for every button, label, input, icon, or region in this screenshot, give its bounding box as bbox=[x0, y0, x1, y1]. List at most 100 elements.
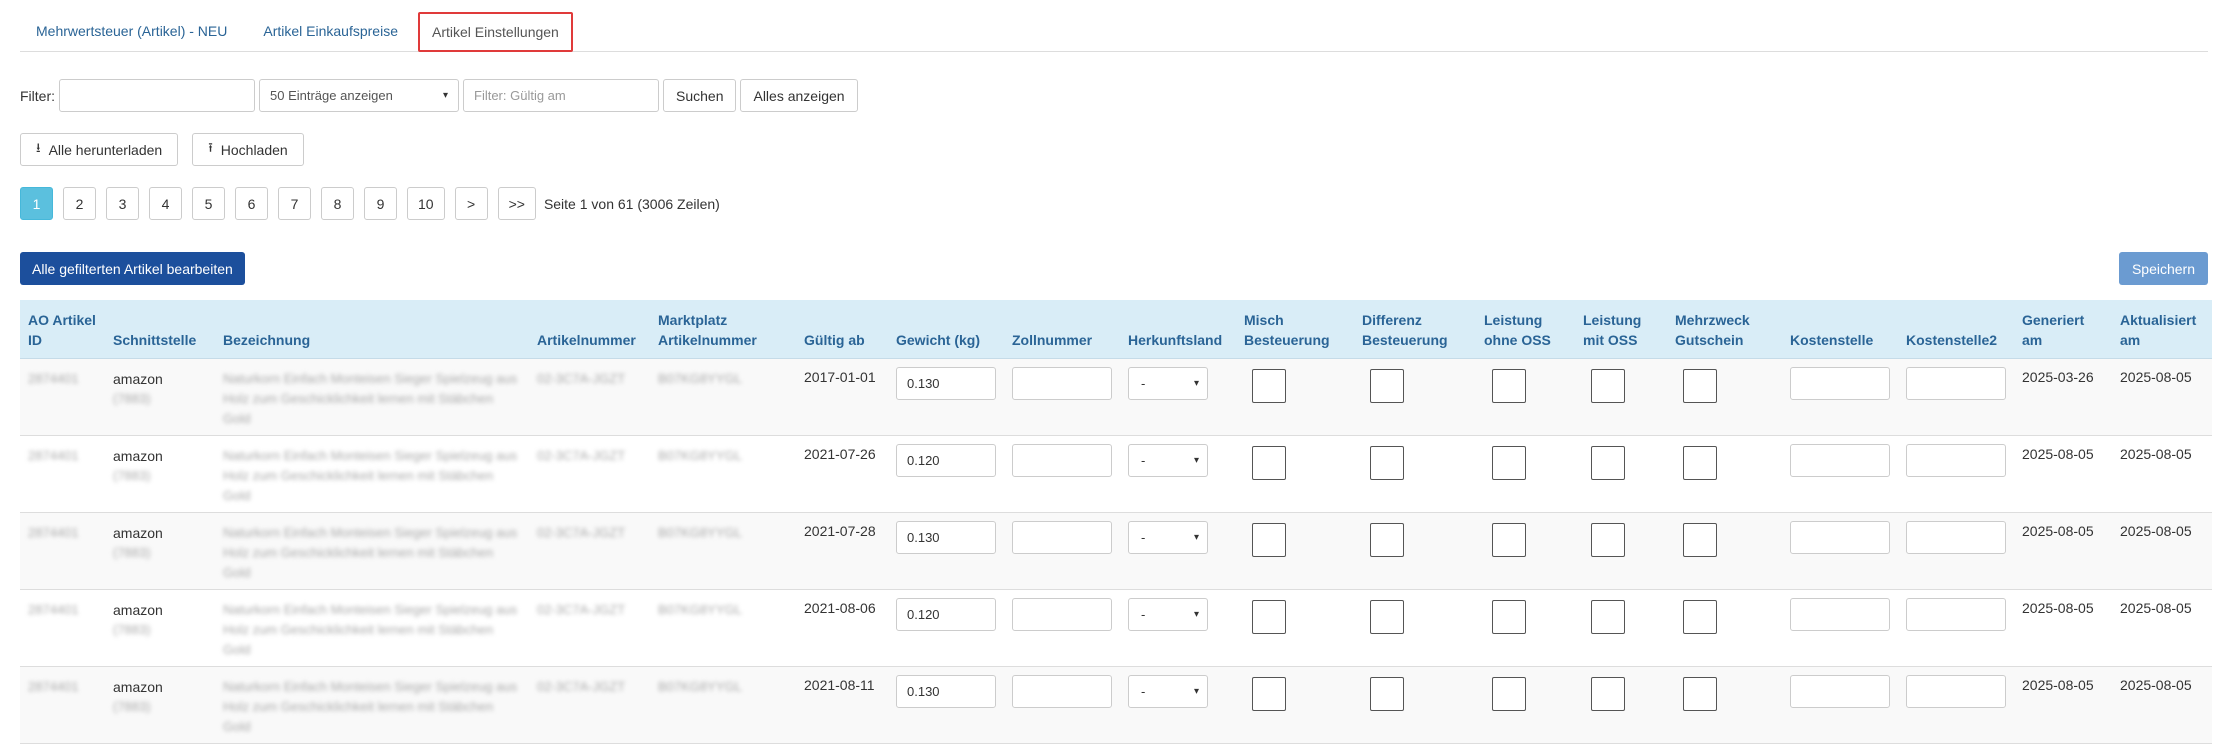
page-9-button[interactable]: 9 bbox=[364, 187, 397, 220]
origin-select[interactable]: - ▾ bbox=[1128, 443, 1208, 477]
header-origin[interactable]: Herkunftsland bbox=[1120, 300, 1236, 359]
weight-input[interactable]: 0.120 bbox=[896, 597, 996, 631]
origin-select[interactable]: - ▾ bbox=[1128, 597, 1208, 631]
cell-marketplace-no: B07KG8YYGL bbox=[658, 370, 742, 386]
service-no-oss-checkbox[interactable] bbox=[1492, 676, 1526, 711]
cost-center-input[interactable] bbox=[1790, 674, 1890, 708]
cost-center-input[interactable] bbox=[1790, 443, 1890, 477]
weight-input[interactable]: 0.120 bbox=[896, 443, 996, 477]
origin-select[interactable]: - ▾ bbox=[1128, 520, 1208, 554]
edit-all-filtered-button[interactable]: Alle gefilterten Artikel bearbeiten bbox=[20, 252, 245, 285]
page-2-button[interactable]: 2 bbox=[63, 187, 96, 220]
diff-tax-checkbox[interactable] bbox=[1370, 599, 1404, 634]
tab-article-settings[interactable]: Artikel Einstellungen bbox=[418, 12, 573, 52]
mixed-tax-checkbox[interactable] bbox=[1252, 599, 1286, 634]
mixed-tax-checkbox[interactable] bbox=[1252, 368, 1286, 403]
header-marketplace-no[interactable]: Marktplatz Artikelnummer bbox=[650, 300, 796, 359]
header-name[interactable]: Bezeichnung bbox=[215, 300, 529, 359]
header-article-no[interactable]: Artikelnummer bbox=[529, 300, 650, 359]
show-all-button[interactable]: Alles anzeigen bbox=[740, 79, 858, 112]
page-7-button[interactable]: 7 bbox=[278, 187, 311, 220]
cost-center-input[interactable] bbox=[1790, 366, 1890, 400]
service-no-oss-checkbox[interactable] bbox=[1492, 522, 1526, 557]
customs-no-input[interactable] bbox=[1012, 520, 1112, 554]
weight-input[interactable]: 0.130 bbox=[896, 520, 996, 554]
page-6-button[interactable]: 6 bbox=[235, 187, 268, 220]
cost-center2-input[interactable] bbox=[1906, 520, 2006, 554]
upload-button[interactable]: ⭱ Hochladen bbox=[192, 133, 304, 166]
diff-tax-checkbox[interactable] bbox=[1370, 676, 1404, 711]
service-oss-checkbox[interactable] bbox=[1591, 676, 1625, 711]
customs-no-input[interactable] bbox=[1012, 597, 1112, 631]
header-weight[interactable]: Gewicht (kg) bbox=[888, 300, 1004, 359]
header-diff-tax[interactable]: Differenz Besteuerung bbox=[1354, 300, 1476, 359]
service-no-oss-checkbox[interactable] bbox=[1492, 445, 1526, 480]
mixed-tax-checkbox[interactable] bbox=[1252, 522, 1286, 557]
header-cost-center2[interactable]: Kostenstelle2 bbox=[1898, 300, 2014, 359]
cost-center2-input[interactable] bbox=[1906, 597, 2006, 631]
header-updated[interactable]: Aktualisiert am bbox=[2112, 300, 2212, 359]
origin-select[interactable]: - ▾ bbox=[1128, 674, 1208, 708]
voucher-checkbox[interactable] bbox=[1683, 599, 1717, 634]
cost-center-input[interactable] bbox=[1790, 597, 1890, 631]
header-ao-id[interactable]: AO Artikel ID bbox=[20, 300, 105, 359]
diff-tax-checkbox[interactable] bbox=[1370, 522, 1404, 557]
interface-name: amazon bbox=[113, 447, 163, 464]
service-no-oss-checkbox[interactable] bbox=[1492, 599, 1526, 634]
cost-center2-input[interactable] bbox=[1906, 443, 2006, 477]
header-interface[interactable]: Schnittstelle bbox=[105, 300, 215, 359]
customs-no-input[interactable] bbox=[1012, 366, 1112, 400]
search-button[interactable]: Suchen bbox=[663, 79, 737, 112]
service-oss-checkbox[interactable] bbox=[1591, 445, 1625, 480]
cell-article-no: 02-3C7A-JGZT bbox=[537, 678, 626, 694]
page-5-button[interactable]: 5 bbox=[192, 187, 225, 220]
header-valid-from[interactable]: Gültig ab bbox=[796, 300, 888, 359]
mixed-tax-checkbox[interactable] bbox=[1252, 445, 1286, 480]
header-generated[interactable]: Generiert am bbox=[2014, 300, 2112, 359]
header-customs-no[interactable]: Zollnummer bbox=[1004, 300, 1120, 359]
entries-per-page-select[interactable]: 50 Einträge anzeigen ▾ bbox=[259, 79, 459, 112]
last-page-button[interactable]: >> bbox=[497, 187, 536, 220]
diff-tax-checkbox[interactable] bbox=[1370, 445, 1404, 480]
voucher-checkbox[interactable] bbox=[1683, 445, 1717, 480]
weight-input[interactable]: 0.130 bbox=[896, 674, 996, 708]
cost-center-input[interactable] bbox=[1790, 520, 1890, 554]
customs-no-input[interactable] bbox=[1012, 674, 1112, 708]
page-10-button[interactable]: 10 bbox=[407, 187, 445, 220]
cost-center2-input[interactable] bbox=[1906, 366, 2006, 400]
page-1-button[interactable]: 1 bbox=[20, 187, 53, 220]
tab-purchase-prices[interactable]: Artikel Einkaufspreise bbox=[247, 11, 414, 51]
header-cost-center[interactable]: Kostenstelle bbox=[1782, 300, 1898, 359]
service-oss-checkbox[interactable] bbox=[1591, 522, 1625, 557]
download-all-button[interactable]: ⭳ Alle herunterladen bbox=[20, 133, 179, 166]
origin-select[interactable]: - ▾ bbox=[1128, 366, 1208, 400]
header-mixed-tax[interactable]: Misch Besteuerung bbox=[1236, 300, 1354, 359]
service-oss-checkbox[interactable] bbox=[1591, 599, 1625, 634]
cell-updated: 2025-08-05 bbox=[2120, 676, 2192, 693]
header-voucher[interactable]: Mehrzweck Gutschein bbox=[1667, 300, 1782, 359]
mixed-tax-checkbox[interactable] bbox=[1252, 676, 1286, 711]
next-page-button[interactable]: > bbox=[454, 187, 488, 220]
chevron-down-icon: ▾ bbox=[442, 90, 448, 101]
customs-no-input[interactable] bbox=[1012, 443, 1112, 477]
header-service-no-oss[interactable]: Leistung ohne OSS bbox=[1476, 300, 1575, 359]
page-4-button[interactable]: 4 bbox=[149, 187, 182, 220]
cost-center2-input[interactable] bbox=[1906, 674, 2006, 708]
page-8-button[interactable]: 8 bbox=[321, 187, 354, 220]
service-no-oss-checkbox[interactable] bbox=[1492, 368, 1526, 403]
diff-tax-checkbox[interactable] bbox=[1370, 368, 1404, 403]
service-oss-checkbox[interactable] bbox=[1591, 368, 1625, 403]
filter-text-input[interactable] bbox=[59, 79, 255, 112]
voucher-checkbox[interactable] bbox=[1683, 522, 1717, 557]
voucher-checkbox[interactable] bbox=[1683, 676, 1717, 711]
weight-input[interactable]: 0.130 bbox=[896, 366, 996, 400]
tab-vat-articles[interactable]: Mehrwertsteuer (Artikel) - NEU bbox=[20, 11, 243, 51]
cell-valid-from: 2017-01-01 bbox=[804, 368, 876, 385]
header-service-oss[interactable]: Leistung mit OSS bbox=[1575, 300, 1667, 359]
save-button[interactable]: Speichern bbox=[2118, 252, 2208, 285]
voucher-checkbox[interactable] bbox=[1683, 368, 1717, 403]
page-3-button[interactable]: 3 bbox=[106, 187, 139, 220]
download-all-label: Alle herunterladen bbox=[48, 141, 163, 158]
table-row: 2874401 amazon (7883) Naturkorn Einfach M… bbox=[20, 589, 2212, 667]
valid-date-filter-input[interactable]: Filter: Gültig am bbox=[463, 79, 659, 112]
